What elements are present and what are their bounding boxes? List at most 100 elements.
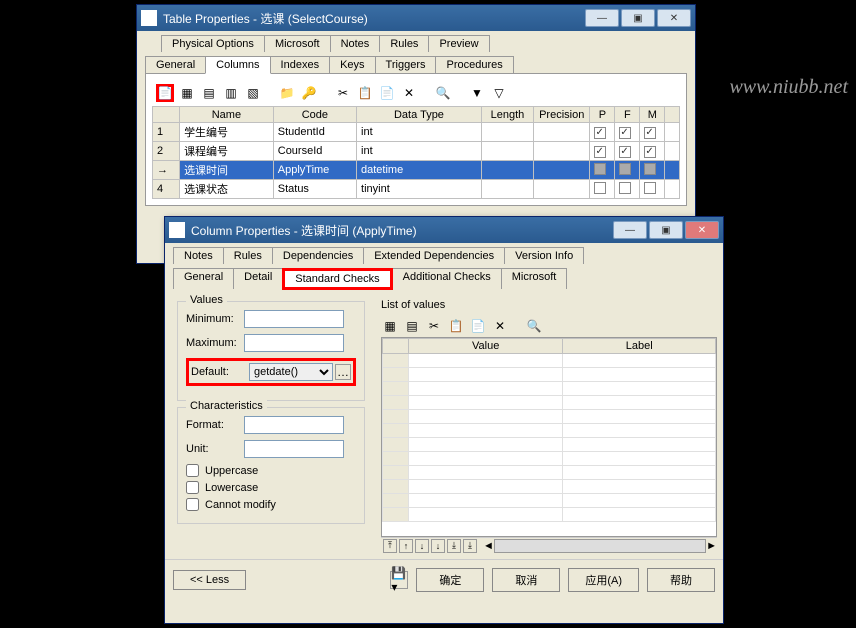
col-m[interactable]: M [640,107,665,123]
columns-grid[interactable]: Name Code Data Type Length Precision P F… [152,106,680,199]
tab-microsoft[interactable]: Microsoft [264,35,331,52]
values-row[interactable] [383,368,716,382]
cell-type[interactable]: int [357,123,482,142]
cannot-modify-checkbox[interactable] [186,498,199,511]
values-row[interactable] [383,410,716,424]
cell-len[interactable] [481,123,533,142]
table-row[interactable]: 4 选课状态 Status tinyint [153,180,680,199]
default-browse-icon[interactable]: … [335,364,351,380]
values-row[interactable] [383,382,716,396]
nav-right-icon[interactable]: ⤓ [447,539,461,553]
delete-icon[interactable]: ✕ [491,317,509,335]
open-icon[interactable]: ▤ [403,317,421,335]
col-datatype[interactable]: Data Type [357,107,482,123]
cell-m[interactable] [640,123,665,142]
cell-code[interactable]: ApplyTime [273,161,356,180]
nav-left-icon[interactable]: ↓ [431,539,445,553]
cell-m[interactable] [640,180,665,199]
cell-len[interactable] [481,142,533,161]
col-code[interactable]: Code [273,107,356,123]
cannot-modify-row[interactable]: Cannot modify [186,498,356,511]
tab-keys[interactable]: Keys [329,56,375,73]
cell-p[interactable] [590,180,615,199]
tab-microsoft[interactable]: Microsoft [501,268,568,289]
col-f[interactable]: F [615,107,640,123]
cell-name[interactable]: 课程编号 [180,142,274,161]
col-rownum[interactable] [153,107,180,123]
cell-f[interactable] [615,142,640,161]
new-icon[interactable]: ▦ [381,317,399,335]
titlebar[interactable]: Column Properties - 选课时间 (ApplyTime) — ▣… [165,217,723,243]
uppercase-row[interactable]: Uppercase [186,464,356,477]
col-label[interactable]: Label [563,339,716,354]
cell-len[interactable] [481,161,533,180]
uppercase-checkbox[interactable] [186,464,199,477]
values-grid[interactable]: Value Label [381,337,717,537]
nav-up-icon[interactable]: ↑ [399,539,413,553]
folder-icon[interactable]: 📁 [278,84,296,102]
tab-detail[interactable]: Detail [233,268,283,289]
lowercase-row[interactable]: Lowercase [186,481,356,494]
cell-prec[interactable] [533,161,589,180]
cell-type[interactable]: tinyint [357,180,482,199]
ok-button[interactable]: 确定 [416,568,484,592]
table-row-selected[interactable]: → 选课时间 ApplyTime datetime [153,161,680,180]
help-button[interactable]: 帮助 [647,568,715,592]
maximize-button[interactable]: ▣ [649,221,683,239]
scroll-left-icon[interactable]: ◄ [483,540,494,552]
key-icon[interactable]: 🔑 [300,84,318,102]
tab-version-info[interactable]: Version Info [504,247,584,264]
cell-code[interactable]: StudentId [273,123,356,142]
add-column-icon[interactable]: 📄 [156,84,174,102]
unit-input[interactable] [244,440,344,458]
values-row[interactable] [383,480,716,494]
tab-standard-checks[interactable]: Standard Checks [282,268,392,290]
tab-additional-checks[interactable]: Additional Checks [392,268,502,289]
filter2-icon[interactable]: ▽ [490,84,508,102]
paste-icon[interactable]: 📄 [469,317,487,335]
tab-physical-options[interactable]: Physical Options [161,35,265,52]
minimize-button[interactable]: — [585,9,619,27]
maximum-input[interactable] [244,334,344,352]
cell-type[interactable]: datetime [357,161,482,180]
tab-notes[interactable]: Notes [330,35,381,52]
cell-prec[interactable] [533,142,589,161]
table-row[interactable]: 1 学生编号 StudentId int [153,123,680,142]
maximize-button[interactable]: ▣ [621,9,655,27]
minimum-input[interactable] [244,310,344,328]
grid2-icon[interactable]: ▥ [222,84,240,102]
grid-icon[interactable]: ▦ [178,84,196,102]
cell-name[interactable]: 学生编号 [180,123,274,142]
tab-extended-dependencies[interactable]: Extended Dependencies [363,247,505,264]
tab-general[interactable]: General [173,268,234,289]
tab-procedures[interactable]: Procedures [435,56,513,73]
values-row[interactable] [383,452,716,466]
values-row[interactable] [383,508,716,522]
cell-code[interactable]: CourseId [273,142,356,161]
close-button[interactable]: ✕ [657,9,691,27]
nav-last-icon[interactable]: ⤓ [463,539,477,553]
values-row[interactable] [383,466,716,480]
values-row[interactable] [383,494,716,508]
cell-code[interactable]: Status [273,180,356,199]
cell-m[interactable] [640,161,665,180]
cell-name[interactable]: 选课时间 [180,161,274,180]
less-button[interactable]: << Less [173,570,246,590]
close-button[interactable]: ✕ [685,221,719,239]
tab-notes[interactable]: Notes [173,247,224,264]
col-name[interactable]: Name [180,107,274,123]
values-row[interactable] [383,396,716,410]
cell-f[interactable] [615,123,640,142]
col-precision[interactable]: Precision [533,107,589,123]
col-length[interactable]: Length [481,107,533,123]
cell-p[interactable] [590,161,615,180]
values-row[interactable] [383,354,716,368]
nav-first-icon[interactable]: ⤒ [383,539,397,553]
col-value[interactable]: Value [409,339,563,354]
tab-preview[interactable]: Preview [428,35,489,52]
minimize-button[interactable]: — [613,221,647,239]
find-icon[interactable]: 🔍 [525,317,543,335]
cell-type[interactable]: int [357,142,482,161]
save-dropdown-icon[interactable]: 💾▾ [390,571,408,589]
col-p[interactable]: P [590,107,615,123]
